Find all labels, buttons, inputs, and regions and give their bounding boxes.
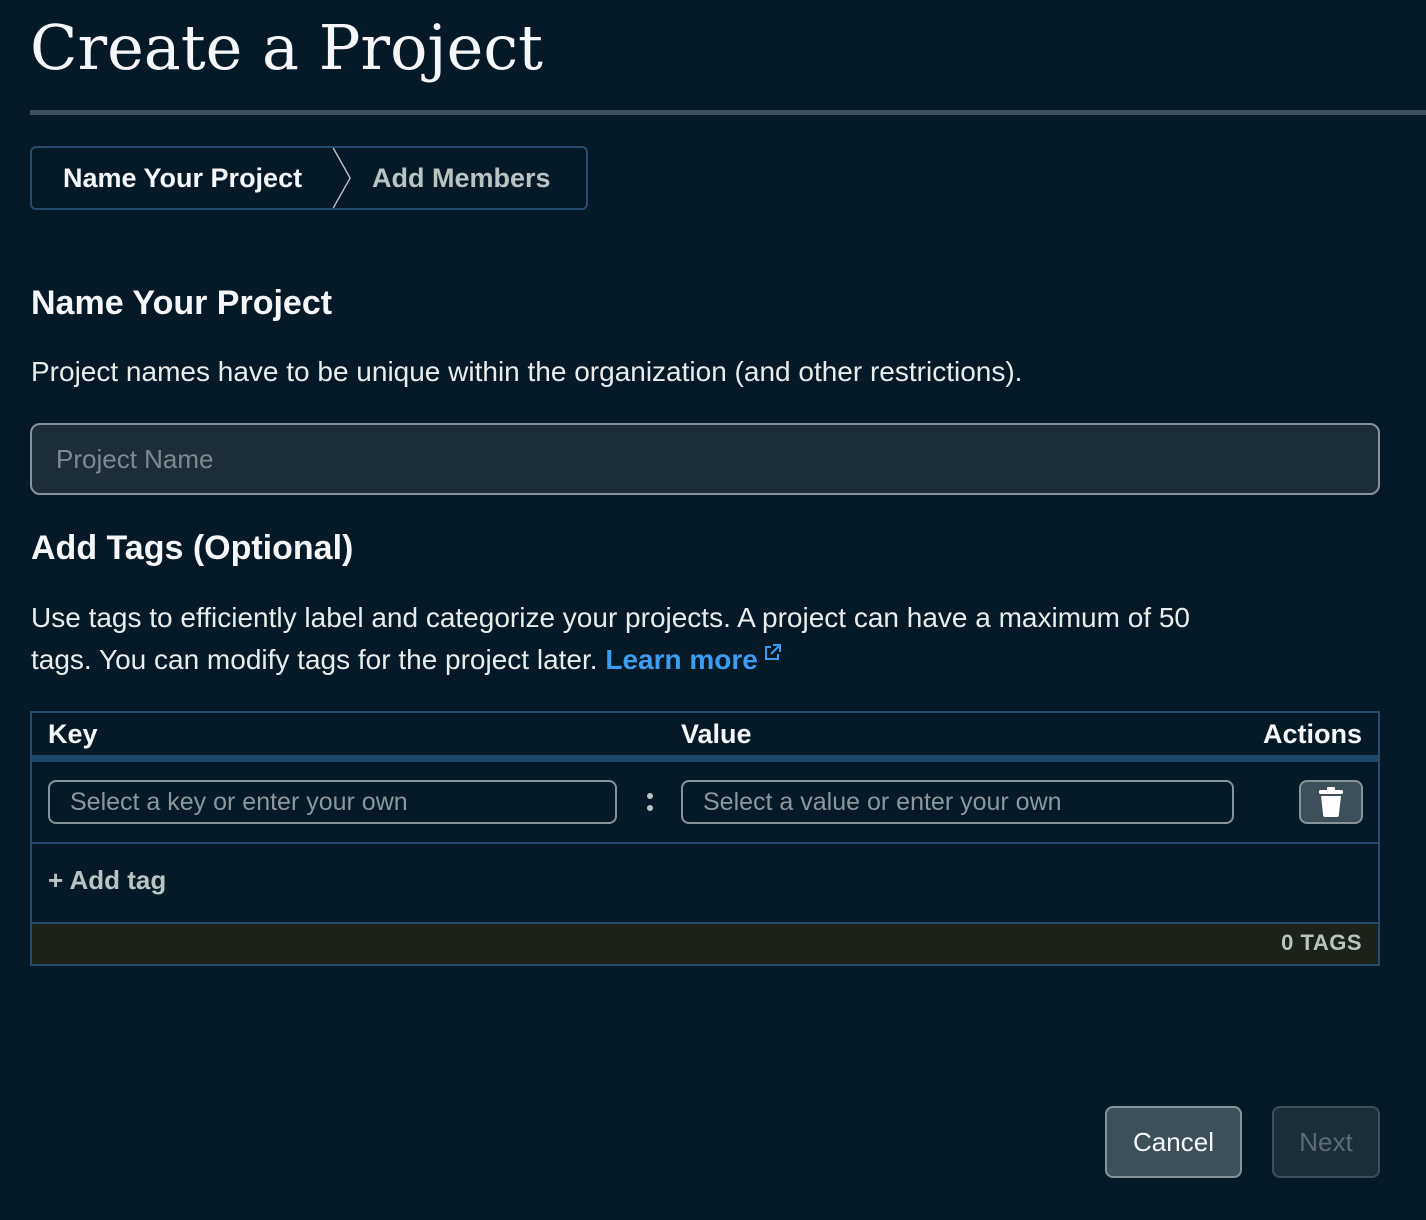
add-tag-button[interactable]: + Add tag <box>48 865 166 896</box>
external-link-icon <box>764 644 781 660</box>
tag-key-input[interactable] <box>48 780 617 824</box>
create-project-page: Create a Project Name Your Project Add M… <box>0 0 1426 1220</box>
step-name-your-project[interactable]: Name Your Project <box>32 148 332 208</box>
tags-footer: 0 TAGS <box>32 924 1378 964</box>
name-section-heading: Name Your Project <box>31 284 333 322</box>
column-header-actions: Actions <box>1262 719 1362 749</box>
tags-description-text: tags. You can modify tags for the projec… <box>31 644 598 675</box>
title-divider <box>30 110 1426 115</box>
tags-description-line-1: Use tags to efficiently label and catego… <box>31 602 1190 633</box>
tag-value-input[interactable] <box>681 780 1234 824</box>
tag-count-label: 0 TAGS <box>1281 930 1362 955</box>
delete-tag-button[interactable] <box>1299 780 1363 824</box>
key-value-separator <box>645 790 655 814</box>
tags-table: Key Value Actions + Add tag 0 TAGS <box>30 711 1380 966</box>
cancel-button[interactable]: Cancel <box>1105 1106 1242 1178</box>
wizard-stepper: Name Your Project Add Members <box>30 146 588 210</box>
step-chevron-icon <box>332 148 351 208</box>
project-name-input[interactable] <box>30 423 1380 495</box>
learn-more-link[interactable]: Learn more <box>605 644 782 675</box>
step-add-members[interactable]: Add Members <box>372 148 551 208</box>
table-header-bar <box>32 755 1378 762</box>
tags-section-description: Use tags to efficiently label and catego… <box>31 597 1190 681</box>
tags-description-line-2: tags. You can modify tags for the projec… <box>31 639 1190 681</box>
column-header-key: Key <box>48 719 98 749</box>
table-row-divider <box>32 842 1378 844</box>
page-title: Create a Project <box>30 11 543 84</box>
column-header-value: Value <box>681 719 752 749</box>
learn-more-label: Learn more <box>605 644 758 675</box>
tags-section-heading: Add Tags (Optional) <box>31 529 354 567</box>
next-button[interactable]: Next <box>1272 1106 1380 1178</box>
trash-icon <box>1319 787 1343 817</box>
name-section-description: Project names have to be unique within t… <box>31 356 1023 387</box>
